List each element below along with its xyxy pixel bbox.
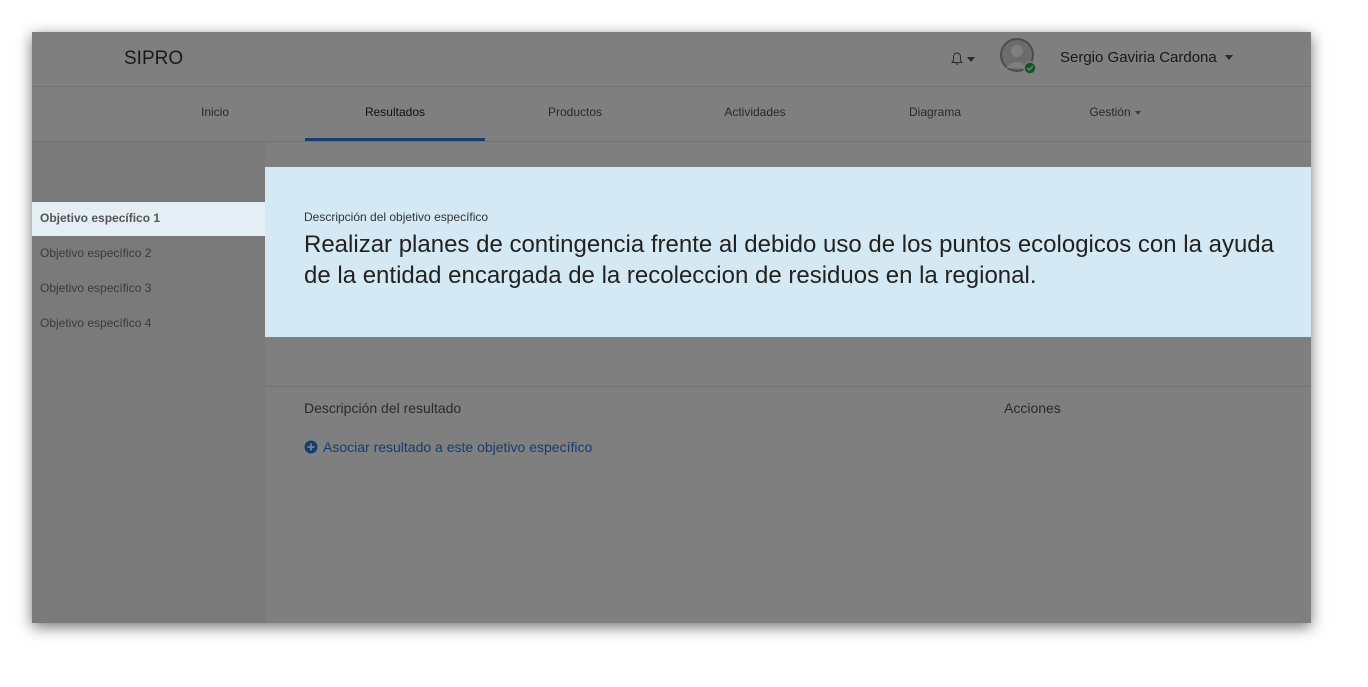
- sidebar-item-label: Objetivo específico 1: [40, 211, 161, 225]
- objective-description-card: Descripción del objetivo específico Real…: [265, 167, 1311, 337]
- sidebar-item-objetivo-3[interactable]: Objetivo específico 3: [32, 272, 265, 306]
- objective-description-text: Realizar planes de contingencia frente a…: [304, 231, 1274, 289]
- tab-productos[interactable]: Productos: [485, 105, 665, 119]
- sidebar-item-label: Objetivo específico 4: [40, 316, 152, 330]
- bell-icon: [951, 52, 963, 65]
- top-navbar: SIPRO Sergio Gaviria Cardona: [32, 32, 1311, 87]
- chevron-down-icon: [1134, 110, 1141, 115]
- sidebar-item-label: Objetivo específico 2: [40, 246, 152, 260]
- tab-diagrama[interactable]: Diagrama: [845, 105, 1025, 119]
- main-menu: Inicio Resultados Productos Actividades …: [32, 87, 1311, 142]
- tab-actividades[interactable]: Actividades: [665, 105, 845, 119]
- chevron-down-icon: [967, 56, 975, 62]
- user-menu[interactable]: Sergio Gaviria Cardona: [1060, 49, 1233, 66]
- chevron-down-icon: [1224, 55, 1233, 60]
- plus-circle-icon: [304, 440, 318, 454]
- tab-resultados[interactable]: Resultados: [305, 105, 485, 119]
- sidebar-item-label: Objetivo específico 3: [40, 281, 152, 295]
- tab-gestion-label: Gestión: [1089, 105, 1131, 119]
- column-header-actions: Acciones: [1004, 400, 1061, 416]
- sidebar-item-objetivo-2[interactable]: Objetivo específico 2: [32, 237, 265, 271]
- notifications-dropdown[interactable]: [950, 50, 978, 68]
- sidebar-item-objetivo-4[interactable]: Objetivo específico 4: [32, 307, 265, 341]
- associate-result-link[interactable]: Asociar resultado a este objetivo especí…: [304, 439, 592, 455]
- tab-inicio[interactable]: Inicio: [125, 105, 305, 119]
- brand-logo[interactable]: SIPRO: [124, 48, 183, 70]
- avatar[interactable]: [1000, 38, 1038, 76]
- associate-result-label: Asociar resultado a este objetivo especí…: [323, 439, 593, 455]
- divider: [265, 386, 1311, 387]
- sidebar-item-objetivo-1-highlight[interactable]: Objetivo específico 1: [32, 202, 265, 236]
- column-header-description: Descripción del resultado: [304, 400, 462, 416]
- tab-gestion[interactable]: Gestión: [1025, 105, 1205, 119]
- user-name: Sergio Gaviria Cardona: [1060, 49, 1217, 66]
- active-tab-indicator: [305, 138, 485, 141]
- objective-description-label: Descripción del objetivo específico: [304, 210, 489, 224]
